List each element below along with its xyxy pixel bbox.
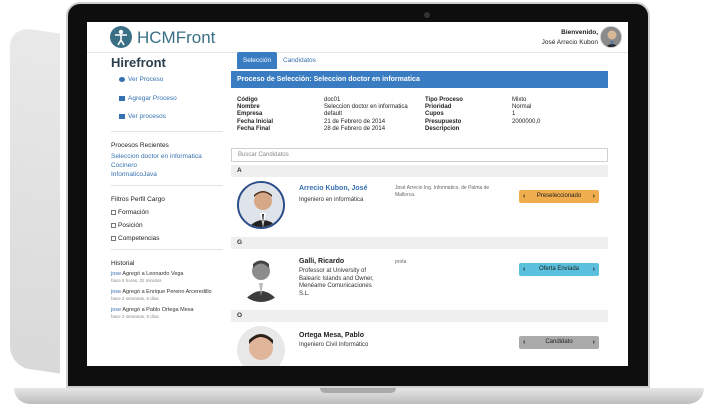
candidate-name[interactable]: Galli, Ricardo: [299, 258, 344, 265]
chevron-left-icon[interactable]: ‹: [523, 190, 525, 203]
history-user[interactable]: jose: [111, 289, 121, 295]
laptop-notch: [320, 388, 396, 393]
app-screen: HCMFront Bienvenido, José Arrecio Kubon …: [87, 22, 628, 366]
candidate-description: José Arrecio Ing. Informatico, de Palma …: [395, 185, 490, 198]
chevron-left-icon[interactable]: ‹: [523, 263, 525, 276]
chevron-right-icon[interactable]: ›: [593, 190, 595, 203]
candidate-description: prota: [395, 259, 407, 265]
filter-formacion[interactable]: Formación: [111, 209, 149, 216]
recent-item[interactable]: InformaticoJava: [111, 171, 157, 178]
welcome-block: Bienvenido, José Arrecio Kubon: [542, 28, 598, 48]
recent-item[interactable]: Cocinero: [111, 162, 137, 169]
history-user[interactable]: jose: [111, 271, 121, 277]
group-letter: O: [231, 310, 608, 322]
recent-item[interactable]: Seleccion doctor en informatica: [111, 153, 202, 160]
app-title: Hirefront: [111, 55, 166, 70]
sidebar: Hirefront Ver Proceso Agregar Proceso Ve…: [87, 53, 227, 366]
history-user[interactable]: jose: [111, 307, 121, 313]
candidate-subtitle: Ingeniero Civil Informático: [299, 342, 369, 348]
process-right-labels: Tipo Proceso Prioridad Cupos Presupuesto…: [425, 97, 463, 132]
list-icon: [119, 113, 125, 119]
history-entry: jose Agregó a Pablo Ortega Mesa hace 2 s…: [111, 307, 194, 319]
laptop-shadow: [10, 26, 60, 374]
search-candidates-input[interactable]: Buscar Candidatos: [231, 148, 608, 162]
user-name[interactable]: José Arrecio Kubon: [542, 39, 598, 46]
eye-icon: [119, 76, 125, 82]
sidebar-link-ver-procesos[interactable]: Ver procesos: [119, 113, 166, 120]
history-time: hace 2 semanas, 6 días: [111, 296, 159, 301]
candidate-photo[interactable]: [237, 326, 285, 366]
candidate-photo[interactable]: [237, 181, 285, 229]
filters-heading: Filtros Perfil Cargo: [111, 196, 165, 203]
status-button[interactable]: ‹ Candidato ›: [519, 336, 599, 349]
folder-icon: [119, 95, 125, 101]
logo-text[interactable]: HCMFront: [137, 28, 215, 48]
logo-icon: [110, 26, 132, 48]
chevron-right-icon[interactable]: ›: [593, 336, 595, 349]
sidebar-divider: [111, 249, 223, 250]
sidebar-divider: [111, 185, 223, 186]
history-heading: Historial: [111, 260, 135, 267]
history-entry: jose Agregó a Leonardo Vega hace 6 horas…: [111, 271, 184, 283]
sidebar-link-ver-proceso[interactable]: Ver Proceso: [119, 76, 163, 83]
candidate-photo[interactable]: [237, 254, 285, 302]
filter-competencias[interactable]: Competencias: [111, 235, 160, 242]
history-time: hace 6 horas, 32 minutos: [111, 278, 162, 283]
chevron-left-icon[interactable]: ‹: [523, 336, 525, 349]
sidebar-divider: [111, 131, 223, 132]
status-button[interactable]: ‹ Oferta Enviada ›: [519, 263, 599, 276]
group-letter: G: [231, 237, 608, 249]
checkbox[interactable]: [111, 209, 116, 215]
group-letter: A: [231, 165, 608, 177]
tab-candidatos[interactable]: Candidatos: [283, 52, 316, 69]
checkbox[interactable]: [111, 235, 116, 241]
camera-dot: [424, 12, 430, 18]
candidate-subtitle: Ingeniero en informática: [299, 197, 364, 203]
recent-heading: Procesos Recientes: [111, 142, 169, 149]
process-header: Proceso de Selección: Seleccion doctor e…: [231, 71, 608, 88]
filter-posicion[interactable]: Posición: [111, 222, 143, 229]
sidebar-link-agregar-proceso[interactable]: Agregar Proceso: [119, 95, 177, 102]
welcome-label: Bienvenido,: [561, 29, 598, 36]
history-entry: jose Agregó a Enrique Pereiro Arceredill…: [111, 289, 212, 301]
status-button[interactable]: ‹ Preseleccionado ›: [519, 190, 599, 203]
candidate-name[interactable]: Ortega Mesa, Pablo: [299, 332, 364, 339]
history-time: hace 2 semanas, 6 días: [111, 314, 159, 319]
process-left-values: doc01 Seleccion doctor en informatica de…: [324, 97, 408, 132]
candidate-name[interactable]: Arrecio Kubon, José: [299, 185, 367, 192]
chevron-right-icon[interactable]: ›: [593, 263, 595, 276]
top-bar: HCMFront Bienvenido, José Arrecio Kubon: [87, 22, 628, 53]
process-left-labels: Código Nombre Empresa Fecha Inicial Fech…: [237, 97, 274, 132]
candidate-subtitle: Professor at University of Balearic Isla…: [299, 268, 374, 297]
tab-seleccion[interactable]: Selección: [237, 52, 277, 69]
user-avatar[interactable]: [600, 26, 622, 48]
process-right-values: Mixto Normal 1 2000000,0: [512, 97, 541, 125]
checkbox[interactable]: [111, 222, 116, 228]
